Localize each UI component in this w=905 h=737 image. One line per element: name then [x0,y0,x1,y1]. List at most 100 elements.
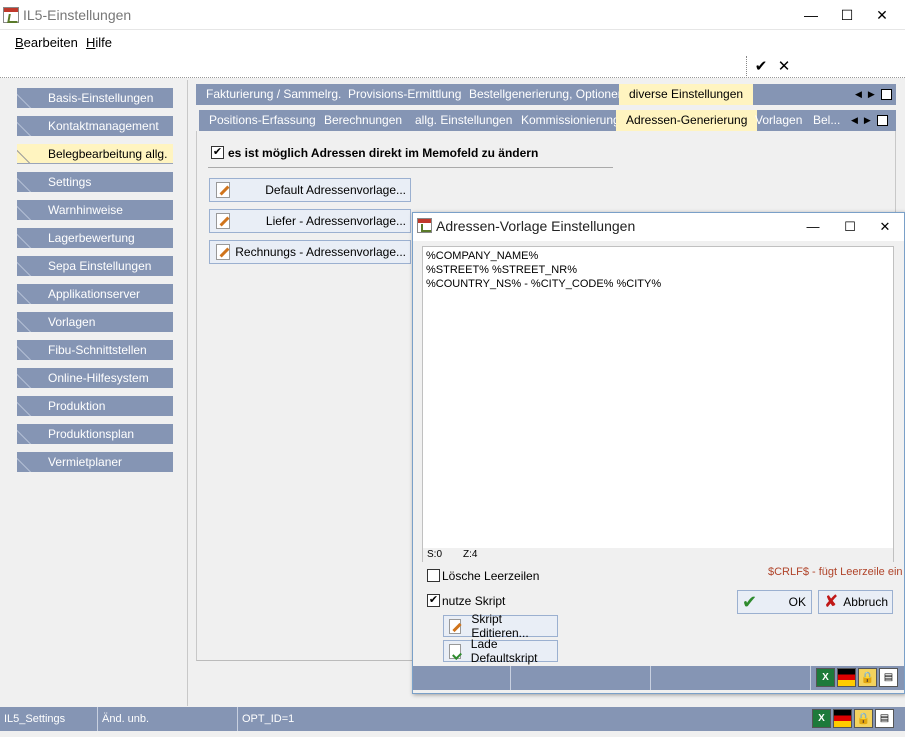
edit-script-label: Skript Editieren... [471,612,529,640]
sidebar-item-warnhinweise[interactable]: Warnhinweise [17,200,173,220]
sidebar-item-applikationserver[interactable]: Applikationserver [17,284,173,304]
close-button[interactable]: ✕ [864,0,900,30]
cursor-column: S:0 [427,549,443,560]
tab-berechnungen[interactable]: Berechnungen [324,110,402,131]
invoice-template-label: Rechnungs - Adressenvorlage... [235,245,406,259]
sidebar-item-belegbearbeitung[interactable]: Belegbearbeitung allg. [17,144,173,164]
dialog-status-cell [413,666,511,690]
tab-bel[interactable]: Bel... [813,110,840,131]
memo-line: %COMPANY_NAME% [426,250,539,262]
status-bar: IL5_Settings Änd. unb. OPT_ID=1 X 🔒 ▤ [0,707,905,731]
lock-icon[interactable]: 🔒 [854,709,873,728]
sidebar-item-basis[interactable]: Basis-Einstellungen [17,88,173,108]
excel-icon[interactable]: X [812,709,831,728]
menu-hilfe[interactable]: Hilfe [86,35,112,50]
minimize-button[interactable]: — [793,0,829,30]
sidebar-item-vermietplaner[interactable]: Vermietplaner [17,452,173,472]
tab-fakturierung[interactable]: Fakturierung / Sammelrg. [206,84,341,105]
menu-hilfe-label: ilfe [95,35,113,50]
delivery-template-label: Liefer - Adressenvorlage... [265,214,406,228]
edit-pen-icon [449,618,462,634]
memo-status: S:0 Z:4 [423,548,893,562]
default-template-label: Default Adressenvorlage... [265,183,406,197]
sidebar-item-fibu[interactable]: Fibu-Schnittstellen [17,340,173,360]
dialog-status-cell [651,666,811,690]
sidebar-item-settings[interactable]: Settings [17,172,173,192]
cancel-x-icon: ✘ [824,592,839,611]
tab-kommissionierung[interactable]: Kommissionierung [521,110,620,131]
dialog-maximize-button[interactable]: ☐ [833,213,867,240]
german-flag-icon[interactable] [833,709,852,728]
tab-diverse-einstellungen[interactable]: diverse Einstellungen [619,84,754,105]
tab-vorlagen[interactable]: Vorlagen [755,110,802,131]
excel-icon[interactable]: X [816,668,835,687]
menu-bearbeiten-mnemonic: B [15,35,24,50]
dialog-title: Adressen-Vorlage Einstellungen [436,218,636,234]
invoice-template-button[interactable]: Rechnungs - Adressenvorlage... [209,240,411,264]
checkmark-icon: ✔ [212,146,223,158]
delivery-template-button[interactable]: Liefer - Adressenvorlage... [209,209,411,233]
load-default-script-button[interactable]: Lade Defaultskript [443,637,558,665]
dialog-minimize-button[interactable]: — [796,213,830,240]
sidebar-item-kontakt[interactable]: Kontaktmanagement [17,116,173,136]
cancel-x-icon[interactable]: ✕ [774,56,794,76]
default-template-button[interactable]: Default Adressenvorlage... [209,178,411,202]
title-bar: IL5-Einstellungen — ☐ ✕ [0,0,905,30]
status-module: IL5_Settings [0,707,98,731]
memo-edit-checkbox[interactable]: ✔ [211,146,224,159]
subtab-right-icon[interactable]: ▶ [864,115,871,126]
menu-bearbeiten-label: earbeiten [23,35,78,50]
bottom-strip [0,731,905,737]
edit-pen-icon [216,182,230,198]
edit-pen-icon [216,213,230,229]
dialog-status-bar: X 🔒 ▤ [413,666,904,690]
lock-icon[interactable]: 🔒 [858,668,877,687]
delete-empty-lines-checkbox[interactable] [427,569,440,582]
tab-scroll-top: ◀ ▶ [855,84,892,105]
app-icon [3,7,19,23]
sidebar: Basis-Einstellungen Kontaktmanagement Be… [0,80,186,706]
sidebar-item-produktion[interactable]: Produktion [17,396,173,416]
menu-bearbeiten[interactable]: Bearbeiten [15,35,78,50]
sidebar-item-vorlagen[interactable]: Vorlagen [17,312,173,332]
tab-positions-erfassung[interactable]: Positions-Erfassung [209,110,316,131]
sidebar-item-produktionsplan[interactable]: Produktionsplan [17,424,173,444]
crlf-hint: $CRLF$ - fügt Leerzeile ein [768,566,903,578]
maximize-button[interactable]: ☐ [829,0,865,30]
status-opt-id: OPT_ID=1 [242,713,295,725]
tab-bestellgenerierung[interactable]: Bestellgenerierung, Optionen [469,84,624,105]
status-icons: X 🔒 ▤ [812,709,894,728]
cancel-button[interactable]: ✘ Abbruch [818,590,893,614]
sidebar-item-sepa[interactable]: Sepa Einstellungen [17,256,173,276]
toolbar-separator [746,56,747,76]
dialog-status-icons: X 🔒 ▤ [816,668,898,687]
dialog-app-icon [417,218,432,233]
check-icon: ✔ [742,591,758,612]
use-script-checkbox[interactable]: ✔ [427,594,440,607]
tab-menu-icon[interactable] [880,89,892,100]
confirm-check-icon[interactable]: ✔ [751,56,771,76]
subtab-menu-icon[interactable] [876,115,888,126]
dialog-close-button[interactable]: ✕ [868,213,902,240]
tab-allg-einstellungen[interactable]: allg. Einstellungen [415,110,512,131]
memo-line: %COUNTRY_NS% - %CITY_CODE% %CITY% [426,278,662,290]
tab-scroll-sub: ◀ ▶ [851,110,888,131]
german-flag-icon[interactable] [837,668,856,687]
sidebar-item-online-hilfe[interactable]: Online-Hilfesystem [17,368,173,388]
tab-right-icon[interactable]: ▶ [868,89,875,100]
tab-row-top: Fakturierung / Sammelrg. Provisions-Ermi… [196,84,896,105]
print-icon[interactable]: ▤ [879,668,898,687]
load-default-script-label: Lade Defaultskript [470,637,538,665]
print-icon[interactable]: ▤ [875,709,894,728]
tab-row-sub: Positions-Erfassung Berechnungen allg. E… [199,110,896,131]
tab-adressen-generierung[interactable]: Adressen-Generierung [616,110,758,131]
tab-left-icon[interactable]: ◀ [855,89,862,100]
template-memo-editor[interactable]: %COMPANY_NAME% %STREET% %STREET_NR% %COU… [422,246,894,562]
ok-button[interactable]: ✔ OK [737,590,812,614]
subtab-left-icon[interactable]: ◀ [851,115,858,126]
sidebar-item-lagerbewertung[interactable]: Lagerbewertung [17,228,173,248]
dialog-status-cell [511,666,651,690]
tab-provisions[interactable]: Provisions-Ermittlung [348,84,461,105]
menu-hilfe-mnemonic: H [86,35,96,50]
edit-script-button[interactable]: Skript Editieren... [443,612,558,640]
